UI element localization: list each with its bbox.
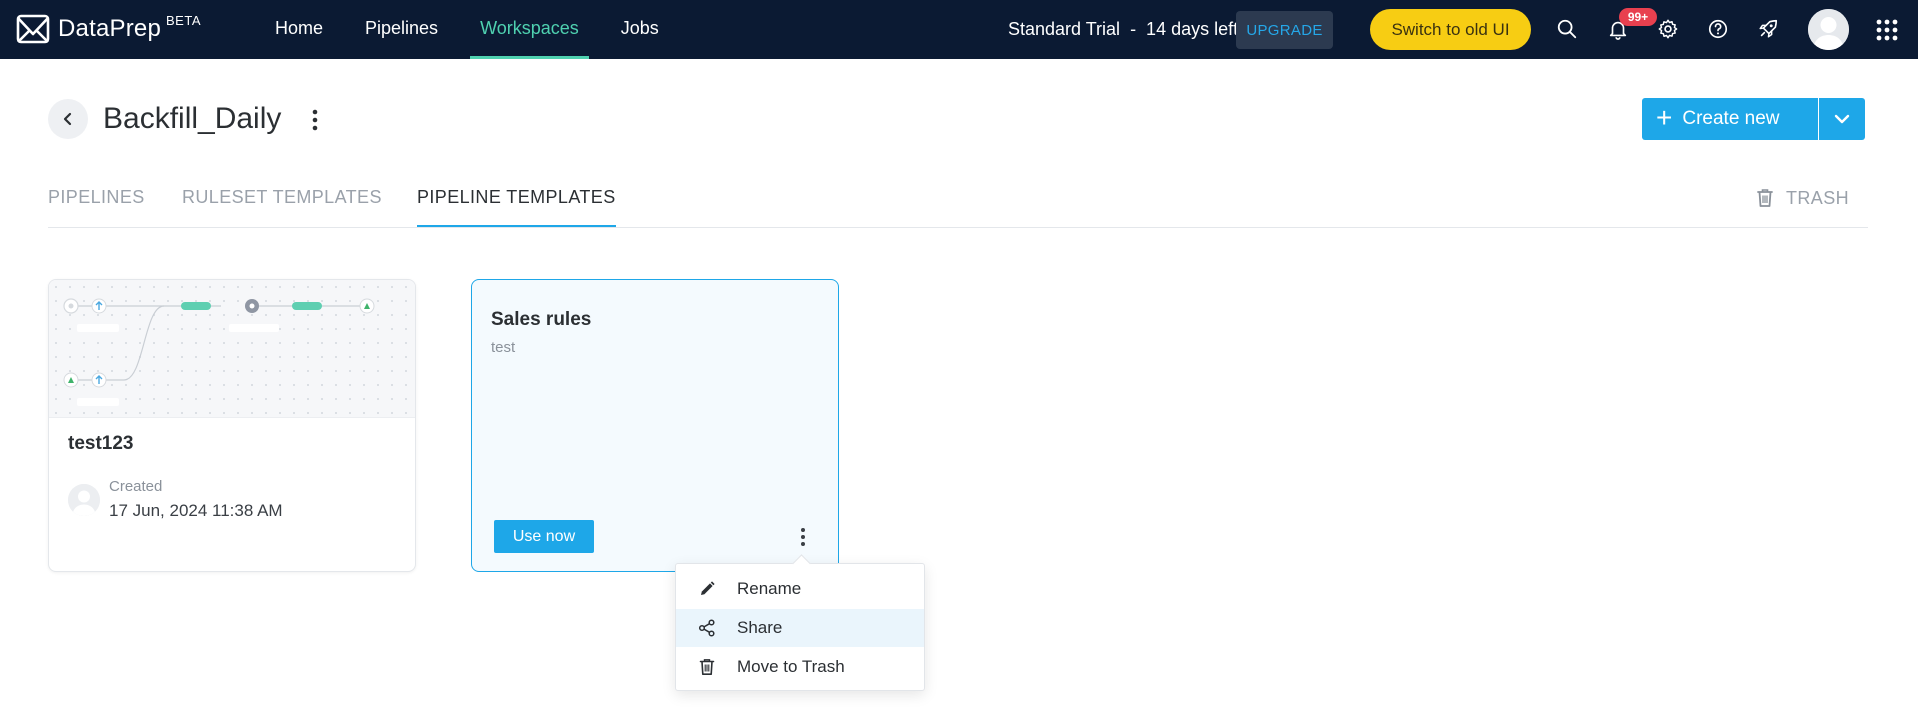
apps-grid-icon[interactable] xyxy=(1875,18,1899,42)
upgrade-button[interactable]: UPGRADE xyxy=(1236,11,1333,49)
chevron-down-icon xyxy=(1834,114,1850,124)
avatar[interactable] xyxy=(1808,9,1849,50)
template-description: test xyxy=(491,339,516,356)
gear-icon[interactable] xyxy=(1653,14,1683,44)
pipeline-template-card[interactable]: test123 Created 17 Jun, 2024 11:38 AM xyxy=(48,279,416,572)
nav-item-jobs[interactable]: Jobs xyxy=(611,0,669,59)
search-icon[interactable] xyxy=(1552,14,1582,44)
dataprep-logo-icon xyxy=(16,14,50,44)
user-avatar-icon xyxy=(1808,9,1849,50)
top-navigation-bar: DataPrep BETA Home Pipelines Workspaces … xyxy=(0,0,1918,59)
tab-ruleset-templates[interactable]: RULESET TEMPLATES xyxy=(182,178,382,228)
create-new-label: Create new xyxy=(1682,108,1780,129)
workspace-more-options-icon[interactable] xyxy=(303,105,327,135)
rocket-icon[interactable] xyxy=(1753,14,1783,44)
back-button[interactable] xyxy=(48,99,88,139)
menu-item-label: Move to Trash xyxy=(737,657,845,676)
menu-item-label: Share xyxy=(737,618,783,637)
menu-item-share[interactable]: Share xyxy=(676,609,924,647)
trash-link[interactable]: TRASH xyxy=(1756,186,1849,210)
use-now-button[interactable]: Use now xyxy=(494,520,594,553)
tabs-divider xyxy=(48,227,1868,228)
brand-logo[interactable]: DataPrep BETA xyxy=(16,12,201,46)
template-name: test123 xyxy=(68,433,134,454)
template-name: Sales rules xyxy=(491,309,592,330)
notification-count-badge: 99+ xyxy=(1619,8,1657,26)
help-icon[interactable] xyxy=(1703,14,1733,44)
template-context-menu: Rename Share Move to Trash xyxy=(675,563,925,691)
main-nav: Home Pipelines Workspaces Jobs xyxy=(265,0,691,59)
pipeline-flow-diagram xyxy=(63,298,375,406)
brand-beta-badge: BETA xyxy=(166,12,201,28)
nav-item-home[interactable]: Home xyxy=(265,0,333,59)
nav-item-pipelines[interactable]: Pipelines xyxy=(355,0,448,59)
nav-item-workspaces[interactable]: Workspaces xyxy=(470,0,589,59)
tab-pipeline-templates[interactable]: PIPELINE TEMPLATES xyxy=(417,178,616,228)
share-icon xyxy=(698,619,715,637)
created-date: 17 Jun, 2024 11:38 AM xyxy=(109,501,283,520)
trash-label: TRASH xyxy=(1786,187,1850,208)
pipeline-preview-thumbnail xyxy=(49,280,415,418)
creator-avatar xyxy=(68,484,100,516)
trash-icon xyxy=(1757,189,1773,207)
user-avatar-icon xyxy=(68,484,100,516)
created-label: Created xyxy=(109,478,163,495)
pipeline-template-card[interactable]: Sales rules test Use now xyxy=(471,279,839,572)
brand-name: DataPrep xyxy=(58,15,161,42)
trash-icon xyxy=(699,659,715,675)
pencil-icon xyxy=(701,581,715,595)
page-title: Backfill_Daily xyxy=(103,102,282,135)
trial-status-text: Standard Trial - 14 days left xyxy=(1008,19,1239,39)
chevron-left-icon xyxy=(63,112,72,126)
create-new-dropdown-button[interactable] xyxy=(1819,98,1865,140)
menu-item-rename[interactable]: Rename xyxy=(676,570,924,608)
plus-icon: + xyxy=(1656,102,1673,133)
create-new-button[interactable]: + Create new xyxy=(1642,98,1818,140)
tab-pipelines[interactable]: PIPELINES xyxy=(48,178,145,228)
more-options-icon[interactable] xyxy=(794,524,812,550)
switch-to-old-ui-button[interactable]: Switch to old UI xyxy=(1370,9,1531,50)
menu-item-label: Rename xyxy=(737,579,802,598)
menu-item-move-to-trash[interactable]: Move to Trash xyxy=(676,648,924,686)
